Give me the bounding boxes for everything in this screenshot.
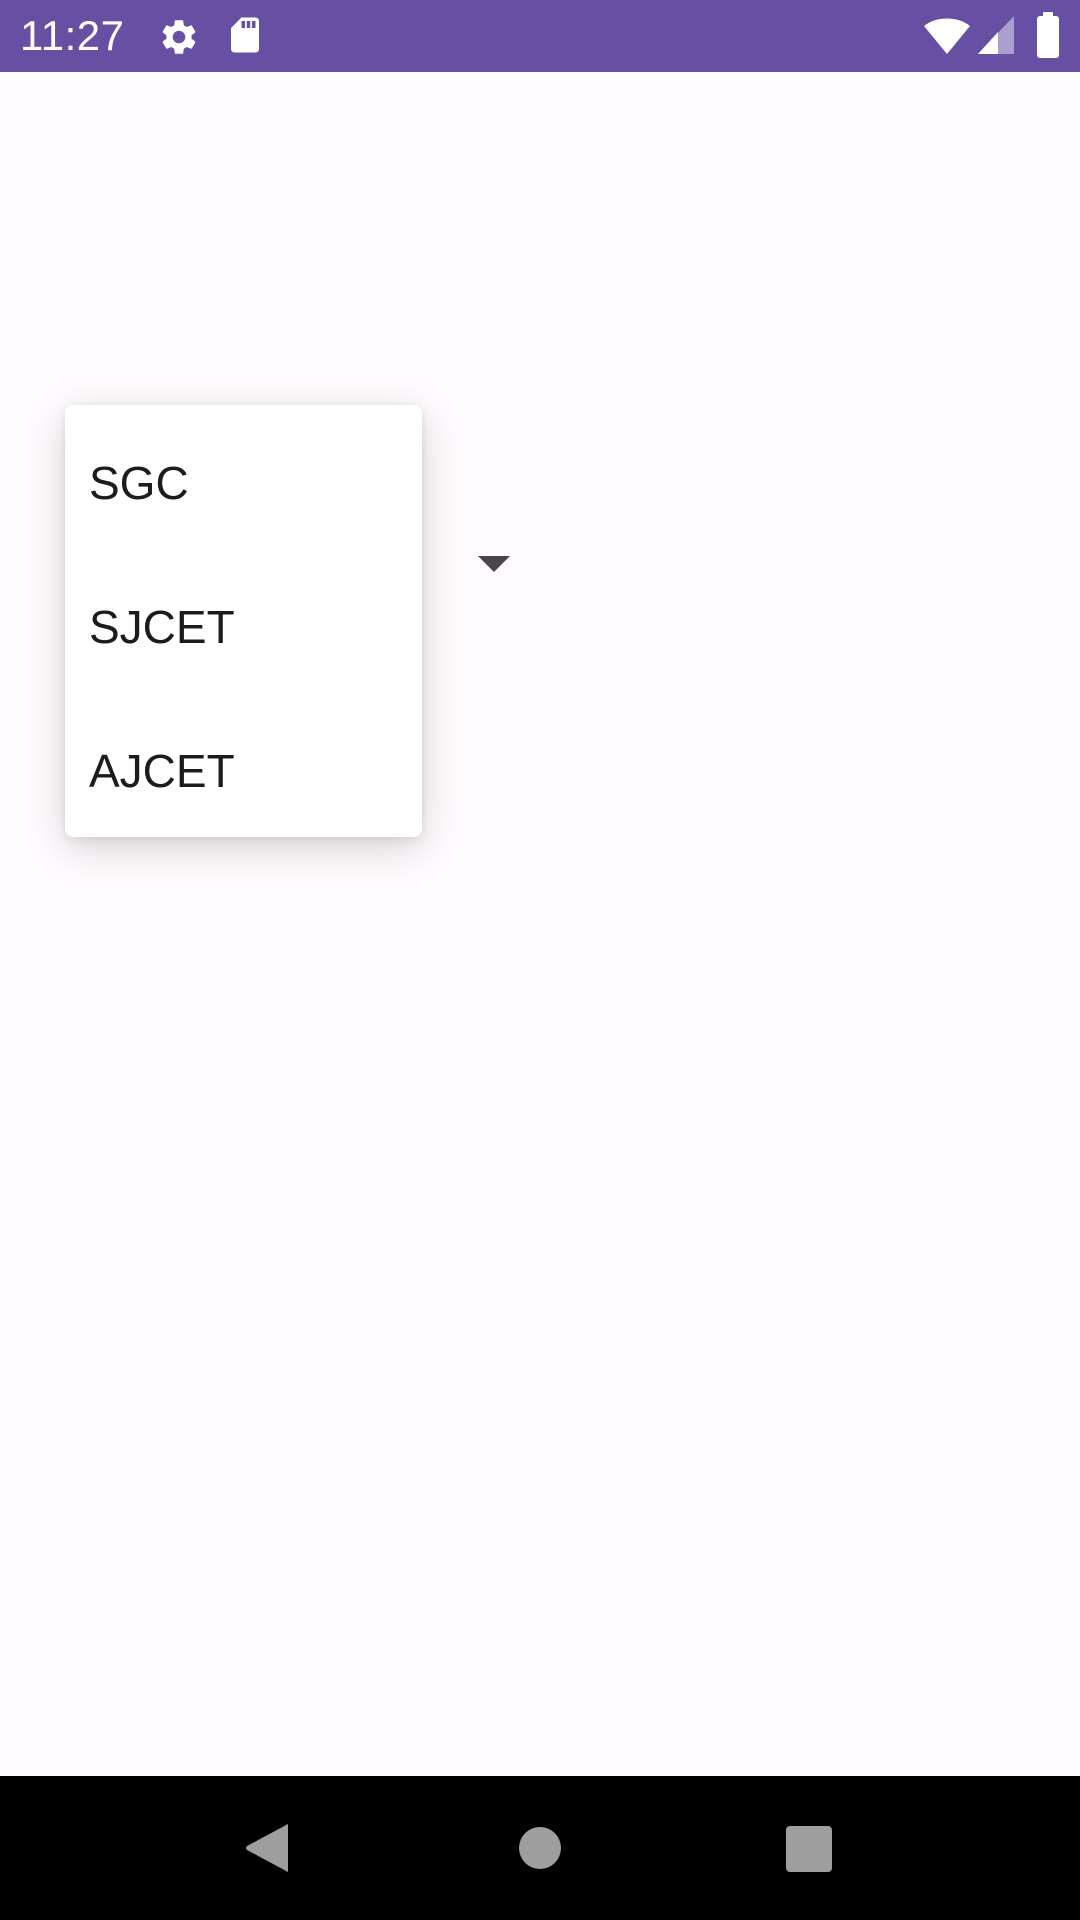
sd-card-icon — [231, 17, 259, 53]
navigation-bar — [0, 1776, 1080, 1920]
home-icon[interactable] — [518, 1826, 562, 1870]
main-content — [0, 72, 1080, 1776]
dropdown-option-ajcet[interactable]: AJCET — [65, 699, 422, 843]
battery-icon — [1037, 12, 1059, 58]
status-bar: 11:27 — [0, 0, 1080, 72]
dropdown-option-sjcet[interactable]: SJCET — [65, 555, 422, 699]
back-icon[interactable] — [244, 1822, 290, 1874]
status-time: 11:27 — [20, 12, 125, 59]
dropdown-option-sgc[interactable]: SGC — [65, 411, 422, 555]
settings-icon — [162, 20, 196, 54]
wifi-icon — [924, 18, 970, 54]
recents-icon[interactable] — [786, 1826, 832, 1872]
dropdown-menu: SGC SJCET AJCET — [65, 405, 422, 837]
dropdown-arrow-icon[interactable] — [474, 552, 514, 576]
cell-signal-icon — [978, 16, 1014, 54]
